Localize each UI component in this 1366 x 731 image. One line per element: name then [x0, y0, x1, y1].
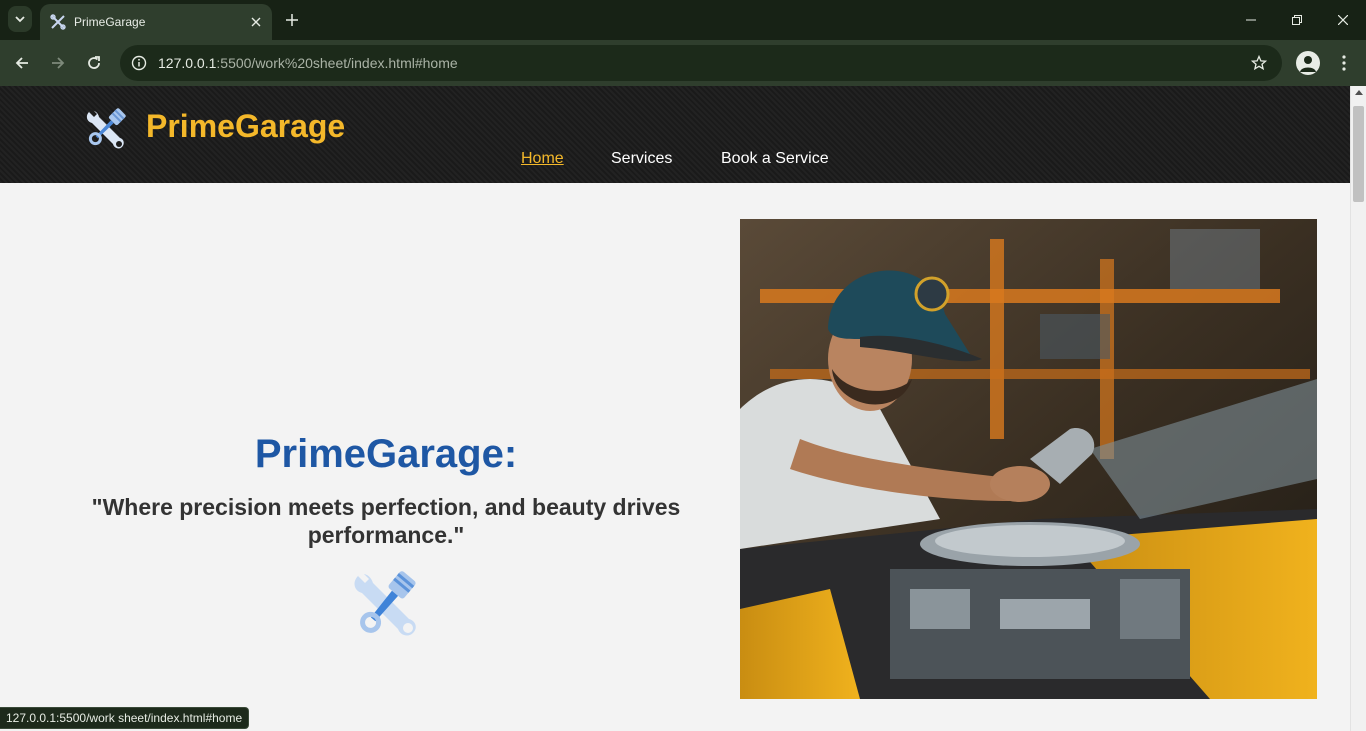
link-status-bubble: 127.0.0.1:5500/work sheet/index.html#hom…: [0, 707, 250, 729]
nav-book-service-link[interactable]: Book a Service: [721, 150, 829, 168]
close-window-button[interactable]: [1320, 4, 1366, 36]
site-header: PrimeGarage Home Services Book a Service: [0, 86, 1350, 183]
page-viewport: PrimeGarage Home Services Book a Service…: [0, 86, 1350, 731]
scroll-up-arrow-icon[interactable]: [1355, 90, 1363, 95]
close-icon: [1338, 15, 1348, 25]
restore-button[interactable]: [1274, 4, 1320, 36]
bookmark-button[interactable]: [1248, 52, 1270, 74]
tab-search-button[interactable]: [8, 6, 32, 32]
page-scrollbar[interactable]: [1350, 86, 1366, 731]
url-host: 127.0.0.1: [158, 55, 217, 71]
site-brand[interactable]: PrimeGarage: [146, 108, 345, 145]
browser-menu-button[interactable]: [1334, 51, 1354, 75]
tab-title: PrimeGarage: [74, 15, 146, 29]
restore-icon: [1292, 15, 1302, 25]
url-path: :5500/work%20sheet/index.html#home: [216, 55, 458, 71]
url-text: 127.0.0.1:5500/work%20sheet/index.html#h…: [158, 55, 458, 71]
more-vert-icon: [1342, 55, 1346, 71]
tab-close-button[interactable]: [246, 12, 266, 32]
tab-favicon-wrench-icon: [50, 14, 66, 30]
hero-title: PrimeGarage:: [254, 432, 518, 476]
site-info-button[interactable]: [128, 52, 150, 74]
hero-quote: "Where precision meets perfection, and b…: [91, 494, 681, 548]
back-button[interactable]: [8, 49, 36, 77]
address-bar[interactable]: 127.0.0.1:5500/work%20sheet/index.html#h…: [120, 45, 1282, 81]
star-icon: [1251, 55, 1267, 71]
chevron-down-icon: [15, 16, 25, 23]
person-icon: [1300, 56, 1316, 72]
minimize-icon: [1246, 19, 1256, 21]
hero-wrench-piston-icon: [346, 566, 426, 642]
arrow-left-icon: [15, 57, 28, 69]
minimize-button[interactable]: [1228, 4, 1274, 36]
browser-tab-bar: PrimeGarage: [0, 0, 1366, 40]
reload-button[interactable]: [80, 49, 108, 77]
forward-button[interactable]: [44, 49, 72, 77]
scroll-thumb[interactable]: [1353, 106, 1364, 202]
logo-wrench-piston-icon[interactable]: [81, 103, 131, 153]
nav-services-link[interactable]: Services: [611, 150, 672, 168]
info-icon: [131, 55, 147, 71]
profile-button[interactable]: [1296, 51, 1320, 75]
nav-home-link[interactable]: Home: [521, 150, 564, 168]
browser-toolbar: 127.0.0.1:5500/work%20sheet/index.html#h…: [0, 40, 1366, 86]
new-tab-button[interactable]: [280, 8, 304, 32]
hero-mechanic-photo: [740, 219, 1317, 699]
reload-icon: [88, 56, 100, 69]
browser-tab[interactable]: PrimeGarage: [40, 4, 272, 40]
arrow-right-icon: [52, 57, 65, 69]
plus-icon: [286, 14, 298, 26]
close-icon: [251, 17, 261, 27]
